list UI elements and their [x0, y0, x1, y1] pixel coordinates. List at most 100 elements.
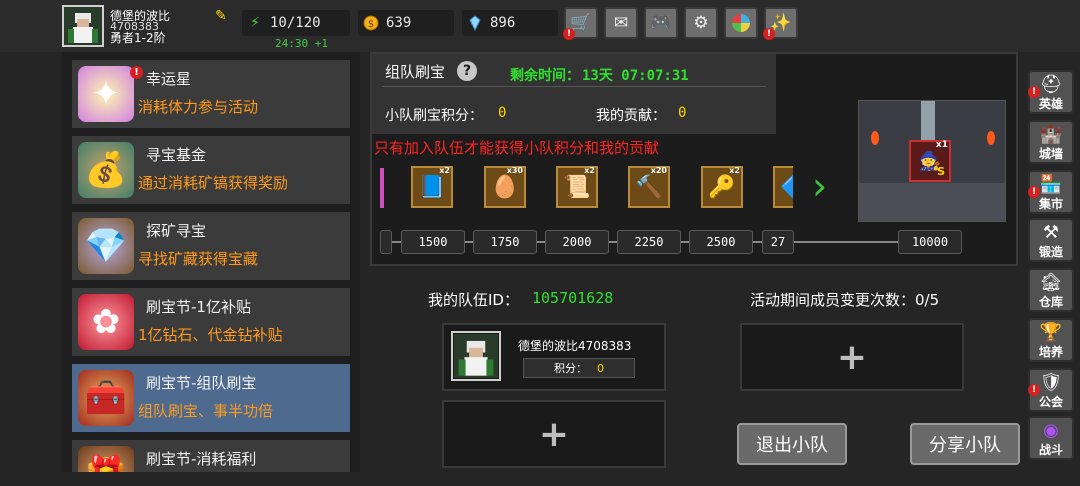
menu-item-treasure-fund[interactable]: 💰 寻宝基金 通过消耗矿镐获得奖励	[72, 136, 350, 204]
reward-strip[interactable]: 📘 x2 🥚 x30 📜 x2 🔨 x20 🔑 x2 🔷	[380, 160, 793, 216]
menu-item-subsidy[interactable]: ✿ 刷宝节-1亿补贴 1亿钻石、代金钻补贴	[72, 288, 350, 356]
remaining-time-label: 剩余时间：	[510, 68, 580, 84]
next-arrow-icon[interactable]: ›	[812, 166, 834, 206]
sidebar-item-training[interactable]: 🏆 培养	[1028, 318, 1074, 362]
reward-count: x2	[439, 166, 450, 175]
player-avatar[interactable]	[62, 5, 104, 47]
gold-stat[interactable]: $ 639	[358, 10, 454, 36]
scepter-icon: 🔑	[708, 174, 736, 200]
sidebar-item-battle[interactable]: ◉ 战斗	[1028, 416, 1074, 460]
stamina-stat[interactable]: ⚡ 10/120	[242, 10, 350, 36]
diamond-value: 896	[490, 15, 516, 31]
menu-item-mining-treasure[interactable]: 💎 探矿寻宝 寻找矿藏获得宝藏	[72, 212, 350, 280]
milestone: 2250	[617, 230, 681, 254]
menu-item-title: 刷宝节-1亿补贴	[146, 298, 251, 316]
color-wheel-icon	[732, 14, 750, 32]
treasure-chest-icon: 💎	[78, 218, 134, 274]
wizard-portrait-icon	[454, 334, 498, 378]
member-score: 积分： 0	[523, 358, 635, 378]
wizard-portrait-icon	[64, 7, 102, 45]
color-wheel-button[interactable]	[724, 7, 758, 39]
team-id-value: 105701628	[532, 289, 614, 307]
gamepad-button[interactable]: 🎮	[644, 7, 678, 39]
menu-item-desc: 组队刷宝、事半功倍	[138, 402, 274, 420]
sidebar-item-label: 集市	[1038, 197, 1063, 211]
team-score-value: 0	[498, 105, 507, 121]
blue-item-icon: 🔷	[780, 175, 793, 200]
event-menu: ✦ ! 幸运星 消耗体力参与活动 💰 寻宝基金 通过消耗矿镐获得奖励 💎 探矿寻…	[62, 52, 360, 472]
reward-slot[interactable]: 🔑 x2	[701, 166, 743, 208]
sidebar-item-label: 培养	[1038, 345, 1063, 359]
reward-count: x2	[584, 166, 595, 175]
reward-slot[interactable]: 📘 x2	[411, 166, 453, 208]
sidebar-item-market[interactable]: 🏪 ! 集市	[1028, 170, 1074, 214]
empty-slot-add[interactable]: +	[442, 400, 666, 468]
chest-icon: 🎁	[78, 446, 134, 472]
sidebar-item-heroes[interactable]: ⛑ ! 英雄	[1028, 70, 1074, 114]
milestone: 1500	[401, 230, 465, 254]
alert-badge-icon: !	[130, 66, 143, 79]
leave-team-button[interactable]: 退出小队	[737, 423, 847, 465]
member-score-label: 积分：	[554, 362, 587, 375]
member-score-value: 0	[597, 361, 604, 375]
treasure-bag-icon: 💰	[78, 142, 134, 198]
milestone: 2500	[689, 230, 753, 254]
menu-item-desc: 1亿钻石、代金钻补贴	[138, 326, 283, 344]
menu-item-title: 探矿寻宝	[146, 222, 207, 240]
help-icon[interactable]: ?	[457, 61, 477, 81]
menu-item-consume-welfare[interactable]: 🎁 刷宝节-消耗福利	[72, 440, 350, 472]
remaining-time-value: 13天 07:07:31	[582, 68, 689, 84]
sidebar-item-label: 仓库	[1038, 295, 1063, 309]
reward-slot[interactable]: 🥚 x30	[484, 166, 526, 208]
my-contribution-value: 0	[678, 105, 687, 121]
menu-item-title: 刷宝节-组队刷宝	[146, 374, 257, 392]
player-rank: 勇者1-2阶	[110, 31, 166, 45]
red-flower-icon: ✿	[78, 294, 134, 350]
milestone: 2000	[545, 230, 609, 254]
event-title: 组队刷宝	[385, 63, 446, 81]
menu-item-team-farming[interactable]: 🧰 刷宝节-组队刷宝 组队刷宝、事半功倍	[72, 364, 350, 432]
stamina-timer: 24:30 +1	[275, 37, 328, 50]
shop-button[interactable]: 🛒 !	[563, 7, 598, 40]
reward-count: x20	[650, 166, 667, 175]
wall-icon: 🏰	[1039, 124, 1063, 145]
diamond-stat[interactable]: 896	[462, 10, 558, 36]
reward-count: x1	[935, 140, 948, 150]
team-id-label: 我的队伍ID：	[428, 291, 519, 309]
reward-slot[interactable]: 🔷	[773, 166, 793, 208]
lightning-icon: ⚡	[250, 15, 260, 31]
sidebar-item-warehouse[interactable]: 🏚 仓库	[1028, 268, 1074, 312]
menu-item-lucky-star[interactable]: ✦ ! 幸运星 消耗体力参与活动	[72, 60, 350, 128]
gamepad-icon: 🎮	[650, 13, 672, 33]
member-name: 德堡的波比4708383	[518, 339, 632, 353]
share-team-button[interactable]: 分享小队	[910, 423, 1020, 465]
golden-egg-icon: 🥚	[491, 174, 519, 200]
empty-slot-add[interactable]: +	[740, 323, 964, 391]
lucky-star-icon: ✦	[78, 66, 134, 122]
join-team-warning: 只有加入队伍才能获得小队积分和我的贡献	[374, 139, 660, 157]
milestone: 1750	[473, 230, 537, 254]
sidebar-item-forge[interactable]: ⚒ 锻造	[1028, 218, 1074, 262]
red-chest-icon: 🧰	[78, 370, 134, 426]
menu-item-desc: 通过消耗矿镐获得奖励	[138, 174, 289, 192]
member-avatar	[451, 331, 501, 381]
settings-button[interactable]: ⚙	[684, 7, 718, 39]
divider	[382, 86, 766, 87]
reward-slot[interactable]: 📜 x2	[556, 166, 598, 208]
reward-slot[interactable]: 🔨 x20	[628, 166, 670, 208]
diamond-icon	[466, 14, 484, 32]
portal-icon: ◉	[1043, 420, 1059, 441]
sidebar-item-guild[interactable]: 🛡 ! 公会	[1028, 368, 1074, 412]
mace-icon: 🔨	[635, 174, 663, 200]
reward-count: x2	[729, 166, 740, 175]
fireworks-button[interactable]: ✨ !	[763, 7, 798, 40]
menu-item-desc: 消耗体力参与活动	[138, 98, 259, 116]
edit-icon[interactable]: ✎	[215, 8, 227, 24]
sidebar-item-label: 战斗	[1038, 443, 1063, 457]
mail-button[interactable]: ✉	[604, 7, 638, 39]
sidebar-item-wall[interactable]: 🏰 城墙	[1028, 120, 1074, 164]
milestone-final: 10000	[898, 230, 962, 254]
sidebar-item-label: 城墙	[1038, 147, 1063, 161]
final-reward-slot[interactable]: 🧙 x1 S	[909, 140, 951, 182]
mail-icon: ✉	[613, 13, 629, 33]
